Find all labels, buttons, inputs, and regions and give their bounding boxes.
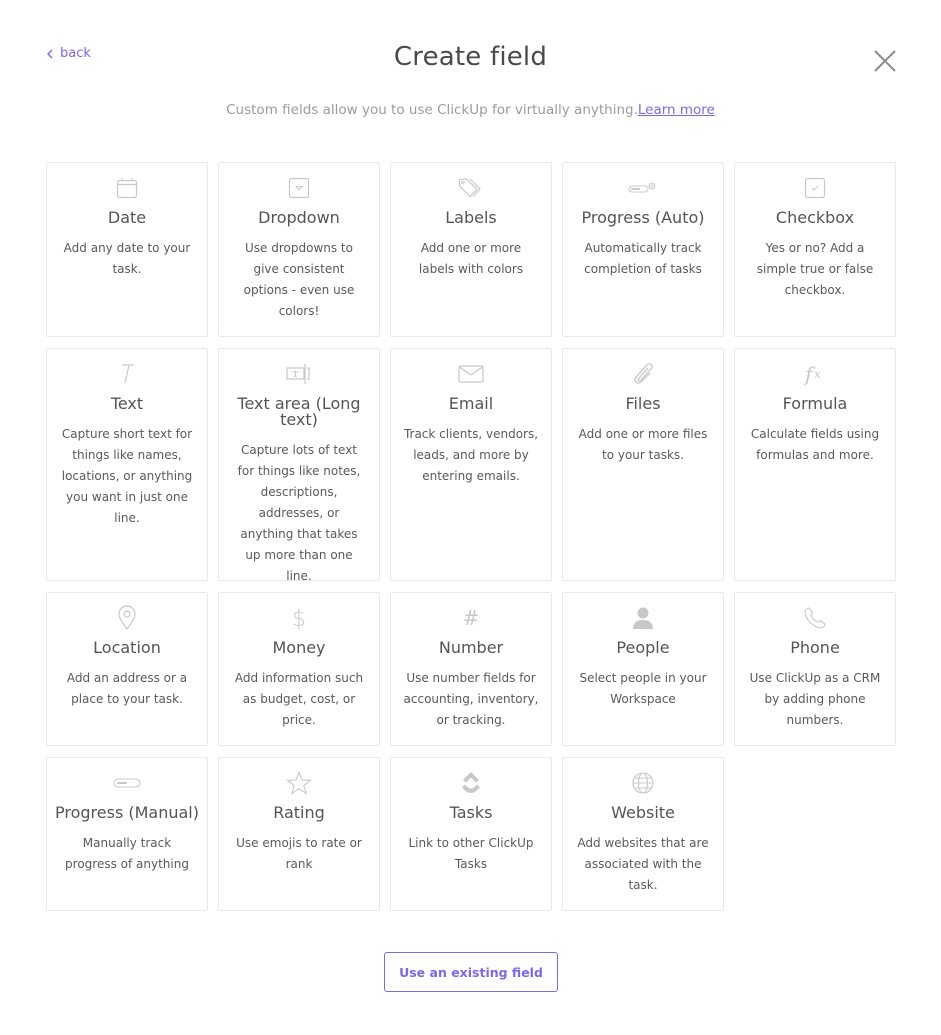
field-card-progress-auto[interactable]: Progress (Auto) Automatically track compl… [562, 162, 724, 337]
page-title: Create field [393, 42, 548, 72]
field-card-people[interactable]: People Select people in your Workspace [562, 592, 724, 746]
field-card-name: Checkbox [775, 208, 855, 227]
field-card-name: Rating [273, 803, 325, 822]
person-icon [571, 605, 715, 631]
field-card-rating[interactable]: Rating Use emojis to rate or rank [218, 757, 380, 911]
field-card-formula[interactable]: f x Formula Calculate fields using formulas… [734, 348, 896, 581]
phone-icon [743, 605, 887, 631]
dollar-icon: $ [227, 605, 371, 631]
progress-auto-icon [571, 175, 715, 201]
clickup-tasks-icon [399, 770, 543, 796]
field-type-grid: Date Add any date to your task. Dropdown Us… [46, 162, 896, 911]
location-pin-icon [55, 605, 199, 631]
subtitle-text: Custom fields allow you to use ClickUp f… [226, 102, 638, 118]
field-card-description: Use ClickUp as a CRM by adding phone num… [749, 671, 881, 727]
field-card-description: Link to other ClickUp Tasks [408, 836, 534, 871]
close-button[interactable] [872, 48, 898, 74]
text-icon [55, 361, 199, 387]
field-card-name: Phone [790, 638, 840, 657]
field-card-email[interactable]: Email Track clients, vendors, leads, and … [390, 348, 552, 581]
field-card-location[interactable]: Location Add an address or a place to you… [46, 592, 208, 746]
field-card-date[interactable]: Date Add any date to your task. [46, 162, 208, 337]
field-card-name: Date [107, 208, 147, 227]
field-card-website[interactable]: Website Add websites that are associated … [562, 757, 724, 911]
field-card-labels[interactable]: Labels Add one or more labels with colors [390, 162, 552, 337]
field-card-description: Capture short text for things like names… [61, 427, 193, 525]
star-icon [227, 770, 371, 796]
field-card-dropdown[interactable]: Dropdown Use dropdowns to give consistent… [218, 162, 380, 337]
field-card-files[interactable]: Files Add one or more files to your tasks… [562, 348, 724, 581]
field-card-name: Text area (Long text) [237, 394, 361, 429]
close-icon [874, 50, 896, 72]
field-card-description: Calculate fields using formulas and more… [750, 427, 880, 462]
field-card-money[interactable]: $ Money Add information such as budget, co… [218, 592, 380, 746]
email-icon [399, 361, 543, 387]
field-card-checkbox[interactable]: Checkbox Yes or no? Add a simple true or … [734, 162, 896, 337]
field-card-name: Location [93, 638, 161, 657]
field-card-name: Email [448, 394, 494, 413]
field-card-description: Add one or more files to your tasks. [578, 427, 708, 462]
globe-icon [571, 770, 715, 796]
field-card-name: Website [611, 803, 675, 822]
dropdown-icon [227, 175, 371, 201]
field-card-name: Money [272, 638, 326, 657]
use-existing-field-button[interactable]: Use an existing field [384, 952, 558, 992]
field-card-description: Use number fields for accounting, invent… [403, 671, 539, 727]
checkbox-icon [743, 175, 887, 201]
hash-icon: # [399, 605, 543, 631]
field-card-number[interactable]: # Number Use number fields for accounting,… [390, 592, 552, 746]
svg-text:#: # [463, 606, 480, 630]
field-card-name: Tasks [449, 803, 493, 822]
paperclip-icon [571, 361, 715, 387]
text-area-icon: T [227, 361, 371, 387]
field-card-description: Add an address or a place to your task. [66, 671, 188, 706]
field-card-description: Track clients, vendors, leads, and more … [403, 427, 539, 483]
svg-text:$: $ [292, 607, 306, 631]
field-card-phone[interactable]: Phone Use ClickUp as a CRM by adding phon… [734, 592, 896, 746]
field-card-tasks[interactable]: Tasks Link to other ClickUp Tasks [390, 757, 552, 911]
field-card-description: Use emojis to rate or rank [236, 836, 362, 871]
field-card-description: Add one or more labels with colors [418, 241, 524, 276]
calendar-icon [55, 175, 199, 201]
field-card-description: Select people in your Workspace [579, 671, 707, 706]
field-card-name: Progress (Manual) [55, 803, 199, 822]
field-card-description: Capture lots of text for things like not… [237, 443, 361, 583]
progress-manual-icon [55, 770, 199, 796]
subtitle: Custom fields allow you to use ClickUp f… [0, 102, 941, 118]
field-card-description: Automatically track completion of tasks [584, 241, 702, 276]
tags-icon [399, 175, 543, 201]
field-card-name: Files [625, 394, 661, 413]
field-card-description: Add websites that are associated with th… [577, 836, 709, 892]
field-card-name: Dropdown [258, 208, 340, 227]
field-card-description: Add information such as budget, cost, or… [234, 671, 364, 727]
field-card-name: People [616, 638, 670, 657]
field-card-name: Number [438, 638, 504, 657]
field-card-description: Manually track progress of anything [65, 836, 189, 871]
field-card-name: Progress (Auto) [581, 208, 705, 227]
field-card-name: Text [110, 394, 144, 413]
field-card-description: Yes or no? Add a simple true or false ch… [756, 241, 874, 297]
field-card-name: Formula [782, 394, 848, 413]
field-card-name: Labels [445, 208, 497, 227]
field-card-progress-manual[interactable]: Progress (Manual) Manually track progress… [46, 757, 208, 911]
svg-text:x: x [814, 367, 821, 381]
formula-icon: fx [743, 361, 887, 387]
field-card-description: Use dropdowns to give consistent options… [243, 241, 355, 318]
field-card-text[interactable]: Text Capture short text for things like n… [46, 348, 208, 581]
svg-text:T: T [293, 369, 299, 379]
learn-more-link[interactable]: Learn more [638, 102, 715, 118]
field-card-text-area-long-text[interactable]: T Text area (Long text) Capture lots of te… [218, 348, 380, 583]
field-card-description: Add any date to your task. [63, 241, 191, 276]
